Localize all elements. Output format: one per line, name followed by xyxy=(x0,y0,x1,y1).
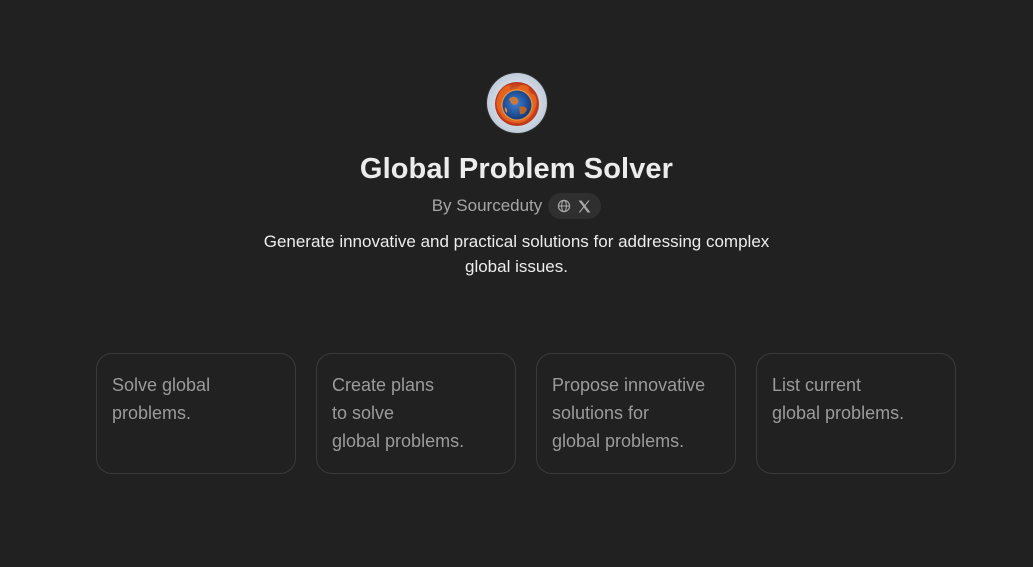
starter-card[interactable]: Propose innovative solutions for global … xyxy=(536,353,736,474)
starter-card[interactable]: Solve global problems. xyxy=(96,353,296,474)
gpt-description: Generate innovative and practical soluti… xyxy=(263,232,770,276)
globe-icon[interactable] xyxy=(557,199,571,213)
gpt-title: Global Problem Solver xyxy=(359,153,674,185)
starter-card[interactable]: Create plans to solve global problems. xyxy=(316,353,516,474)
author-name[interactable]: By Sourceduty xyxy=(432,196,543,216)
x-logo-icon[interactable] xyxy=(577,199,592,214)
gpt-header: Global Problem Solver By Sourceduty Gene… xyxy=(0,73,1033,279)
conversation-starters: Solve global problems. Create plans to s… xyxy=(96,353,956,474)
gpt-landing-page: Global Problem Solver By Sourceduty Gene… xyxy=(0,0,1033,567)
starter-card[interactable]: List current global problems. xyxy=(756,353,956,474)
social-links xyxy=(548,193,602,219)
burning-globe-avatar xyxy=(486,73,547,133)
author-byline: By Sourceduty xyxy=(432,193,602,219)
